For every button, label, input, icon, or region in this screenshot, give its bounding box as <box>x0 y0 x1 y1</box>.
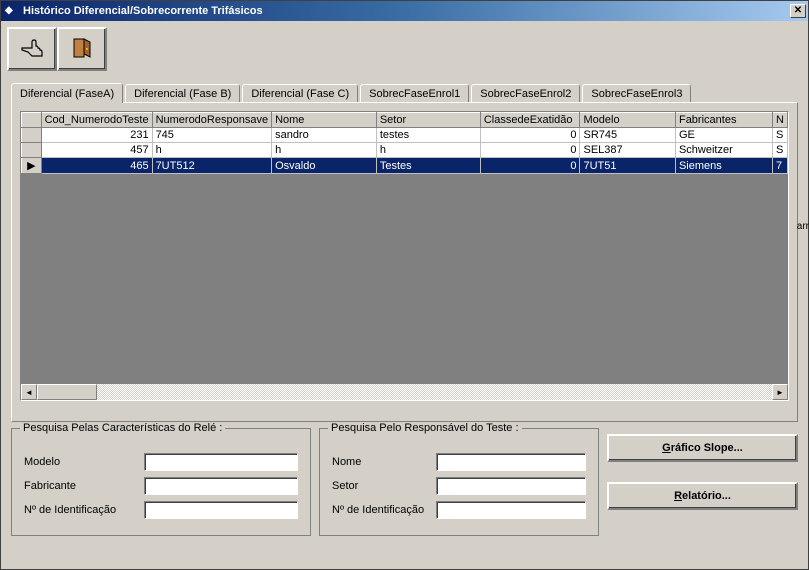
tab-sobrec2[interactable]: SobrecFaseEnrol2 <box>471 84 580 103</box>
cell[interactable]: h <box>152 143 272 158</box>
cell[interactable]: h <box>376 143 480 158</box>
tab-diferencial-b[interactable]: Diferencial (Fase B) <box>125 84 240 103</box>
nome-label: Nome <box>332 456 436 468</box>
ident-resp-label: Nº de Identificação <box>332 504 436 516</box>
scroll-track[interactable] <box>37 384 772 400</box>
cell[interactable]: 0 <box>480 158 580 174</box>
col-setor[interactable]: Setor <box>376 113 480 128</box>
cell[interactable]: 7UT512 <box>152 158 272 174</box>
cell[interactable]: Osvaldo <box>272 158 377 174</box>
modelo-field[interactable] <box>144 453 298 471</box>
row-indicator-current: ▶ <box>22 158 42 174</box>
titlebar: ◆ Histórico Diferencial/Sobrecorrente Tr… <box>1 1 808 21</box>
ident-rele-label: Nº de Identificação <box>24 504 144 516</box>
cell[interactable]: 465 <box>41 158 152 174</box>
cell[interactable]: Siemens <box>675 158 772 174</box>
search-resp-legend: Pesquisa Pelo Responsável do Teste : <box>328 422 522 434</box>
col-classe[interactable]: ClassedeExatidão <box>480 113 580 128</box>
col-resp[interactable]: NumerodoResponsave <box>152 113 272 128</box>
tab-sobrec1[interactable]: SobrecFaseEnrol1 <box>360 84 469 103</box>
tab-panel: Cod_NumerodoTeste NumerodoResponsave Nom… <box>11 102 798 422</box>
search-resp-group: Pesquisa Pelo Responsável do Teste : Nom… <box>319 428 599 536</box>
horizontal-scrollbar[interactable]: ◄ ► <box>21 384 788 400</box>
data-grid[interactable]: Cod_NumerodoTeste NumerodoResponsave Nom… <box>20 111 789 401</box>
cell[interactable]: Schweitzer <box>675 143 772 158</box>
cell[interactable]: S <box>772 128 787 143</box>
grafico-slope-button[interactable]: Gráfico Slope... <box>607 434 798 462</box>
cell[interactable]: 7 <box>772 158 787 174</box>
window-title: Histórico Diferencial/Sobrecorrente Trif… <box>23 5 790 17</box>
cell[interactable]: sandro <box>272 128 377 143</box>
pointing-hand-icon <box>18 36 46 63</box>
fabricante-field[interactable] <box>144 477 298 495</box>
fabricante-label: Fabricante <box>24 480 144 492</box>
cell[interactable]: testes <box>376 128 480 143</box>
close-button[interactable]: ✕ <box>790 4 806 18</box>
grid-corner <box>22 113 42 128</box>
ident-rele-field[interactable] <box>144 501 298 519</box>
col-n[interactable]: N <box>772 113 787 128</box>
cell[interactable]: S <box>772 143 787 158</box>
table-row[interactable]: 231 745 sandro testes 0 SR745 GE S <box>22 128 788 143</box>
toolbar <box>7 27 802 71</box>
modelo-label: Modelo <box>24 456 144 468</box>
setor-label: Setor <box>332 480 436 492</box>
search-rele-group: Pesquisa Pelas Características do Relé :… <box>11 428 311 536</box>
col-nome[interactable]: Nome <box>272 113 377 128</box>
search-rele-legend: Pesquisa Pelas Características do Relé : <box>20 422 225 434</box>
col-modelo[interactable]: Modelo <box>580 113 675 128</box>
tab-strip: Diferencial (FaseA) Diferencial (Fase B)… <box>11 84 798 103</box>
row-indicator <box>22 128 42 143</box>
col-cod[interactable]: Cod_NumerodoTeste <box>41 113 152 128</box>
app-icon: ◆ <box>5 4 19 18</box>
cell[interactable]: Testes <box>376 158 480 174</box>
row-indicator <box>22 143 42 158</box>
ident-resp-field[interactable] <box>436 501 586 519</box>
nome-field[interactable] <box>436 453 586 471</box>
cell[interactable]: SR745 <box>580 128 675 143</box>
tab-sobrec3[interactable]: SobrecFaseEnrol3 <box>582 84 691 103</box>
cell[interactable]: 0 <box>480 128 580 143</box>
col-fabricante[interactable]: Fabricantes <box>675 113 772 128</box>
door-exit-icon <box>68 36 96 63</box>
exit-button[interactable] <box>57 27 107 71</box>
back-button[interactable] <box>7 27 57 71</box>
cell[interactable]: 457 <box>41 143 152 158</box>
cell[interactable]: SEL387 <box>580 143 675 158</box>
table-row[interactable]: 457 h h h 0 SEL387 Schweitzer S <box>22 143 788 158</box>
scroll-right-button[interactable]: ► <box>772 384 788 400</box>
scroll-left-button[interactable]: ◄ <box>21 384 37 400</box>
table-row[interactable]: ▶ 465 7UT512 Osvaldo Testes 0 7UT51 Siem… <box>22 158 788 174</box>
cell[interactable]: 7UT51 <box>580 158 675 174</box>
setor-field[interactable] <box>436 477 586 495</box>
scroll-thumb[interactable] <box>37 384 97 400</box>
cell[interactable]: h <box>272 143 377 158</box>
cell[interactable]: 0 <box>480 143 580 158</box>
tab-diferencial-c[interactable]: Diferencial (Fase C) <box>242 84 358 103</box>
tab-diferencial-a[interactable]: Diferencial (FaseA) <box>11 83 123 103</box>
cell[interactable]: 231 <box>41 128 152 143</box>
grid-header-row: Cod_NumerodoTeste NumerodoResponsave Nom… <box>22 113 788 128</box>
stray-text: arr <box>797 221 809 232</box>
cell[interactable]: GE <box>675 128 772 143</box>
cell[interactable]: 745 <box>152 128 272 143</box>
relatorio-button[interactable]: Relatório... <box>607 482 798 510</box>
